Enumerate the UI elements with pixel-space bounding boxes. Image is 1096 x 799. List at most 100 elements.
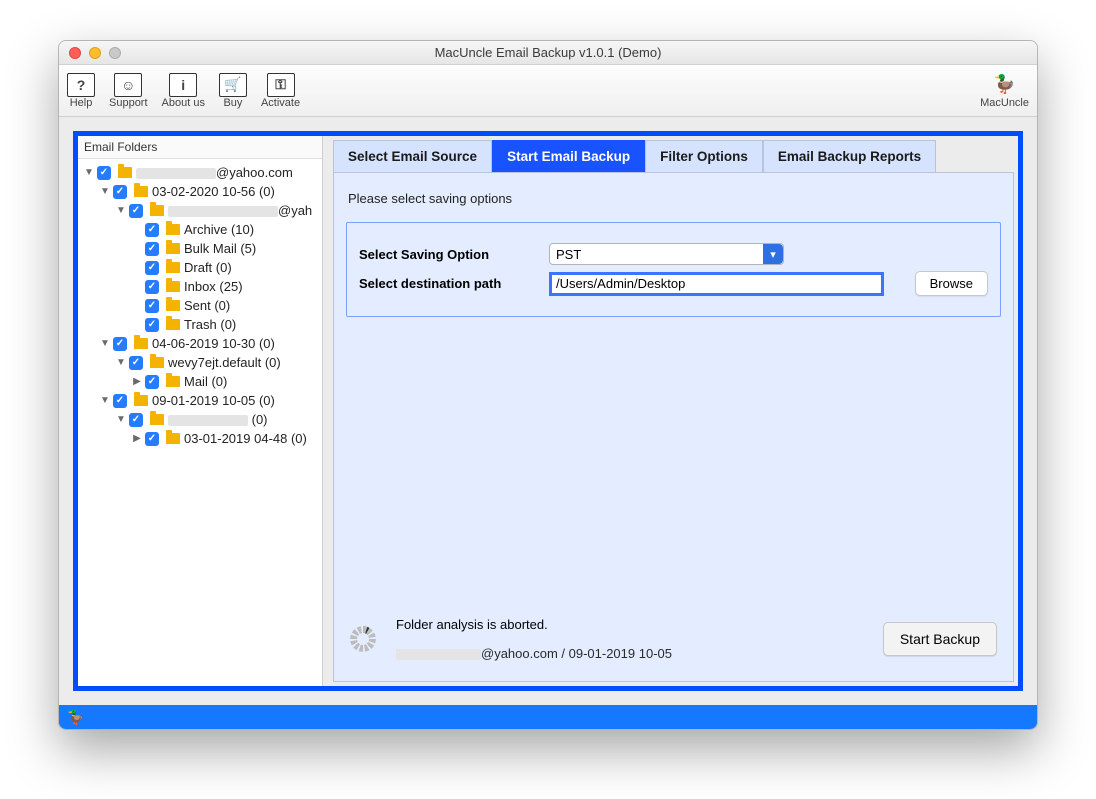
help-icon: ? [67,73,95,97]
folder-icon [166,224,180,235]
checkbox[interactable] [145,375,159,389]
checkbox[interactable] [145,280,159,294]
tab-filter-options[interactable]: Filter Options [645,140,763,172]
start-backup-button[interactable]: Start Backup [883,622,997,656]
redacted-text [136,168,216,179]
checkbox[interactable] [145,242,159,256]
tree-label: Sent (0) [184,298,230,313]
tree-archive[interactable]: Archive (10) [78,220,322,239]
checkbox[interactable] [145,261,159,275]
panel-hint: Please select saving options [348,191,999,206]
cart-icon: 🛒 [219,73,247,97]
folder-icon [134,338,148,349]
folder-icon [166,433,180,444]
support-button[interactable]: ☺ Support [109,73,148,109]
status-line-2: @yahoo.com / 09-01-2019 10-05 [481,646,672,661]
support-icon: ☺ [114,73,142,97]
checkbox[interactable] [113,185,127,199]
folder-icon [150,357,164,368]
chevron-right-icon[interactable]: ▶ [132,433,142,444]
info-icon: i [169,73,197,97]
chevron-down-icon[interactable]: ▼ [116,414,126,425]
tab-select-source[interactable]: Select Email Source [333,140,492,172]
saving-option-label: Select Saving Option [359,247,549,262]
folder-icon [134,395,148,406]
brand-icon: 🦆 [991,73,1019,97]
tree-sent[interactable]: Sent (0) [78,296,322,315]
tree-label: 09-01-2019 10-05 (0) [152,393,275,408]
tree-account-1[interactable]: ▼ @yah [78,201,322,220]
about-label: About us [162,97,205,109]
chevron-down-icon[interactable]: ▼ [116,205,126,216]
folder-icon [166,300,180,311]
tree-bulk[interactable]: Bulk Mail (5) [78,239,322,258]
backup-panel: Please select saving options Select Savi… [333,172,1014,682]
key-icon: ⚿ [267,73,295,97]
tab-reports[interactable]: Email Backup Reports [763,140,936,172]
checkbox[interactable] [113,337,127,351]
app-window: MacUncle Email Backup v1.0.1 (Demo) ? He… [58,40,1038,730]
help-label: Help [70,97,93,109]
chevron-down-icon[interactable]: ▼ [84,167,94,178]
status-area: Folder analysis is aborted. @yahoo.com /… [346,609,1001,669]
support-label: Support [109,97,148,109]
checkbox[interactable] [145,318,159,332]
footer-brand-icon: 🦆 [67,709,84,726]
main-panel: Select Email Source Start Email Backup F… [333,136,1018,686]
tree-label: @yah [278,203,312,218]
redacted-text [396,649,481,660]
chevron-right-icon[interactable]: ▶ [132,376,142,387]
tree-date-2[interactable]: ▼ 04-06-2019 10-30 (0) [78,334,322,353]
redacted-text [168,206,278,217]
tree-profile[interactable]: ▼ wevy7ejt.default (0) [78,353,322,372]
checkbox[interactable] [97,166,111,180]
chevron-down-icon[interactable]: ▼ [100,395,110,406]
checkbox[interactable] [129,413,143,427]
tree-date-1[interactable]: ▼ 03-02-2020 10-56 (0) [78,182,322,201]
checkbox[interactable] [145,223,159,237]
toolbar: ? Help ☺ Support i About us 🛒 Buy ⚿ Acti… [59,65,1037,117]
tree-label: wevy7ejt.default (0) [168,355,281,370]
tree-d3-acc[interactable]: ▼ (0) [78,410,322,429]
tree-inbox[interactable]: Inbox (25) [78,277,322,296]
chevron-down-icon[interactable]: ▼ [100,186,110,197]
help-button[interactable]: ? Help [67,73,95,109]
tree-label: 03-02-2020 10-56 (0) [152,184,275,199]
tree-trash[interactable]: Trash (0) [78,315,322,334]
tree-mail[interactable]: ▶ Mail (0) [78,372,322,391]
tree-label: Archive (10) [184,222,254,237]
tree-date-3[interactable]: ▼ 09-01-2019 10-05 (0) [78,391,322,410]
checkbox[interactable] [129,356,143,370]
checkbox[interactable] [113,394,127,408]
tree-label: Draft (0) [184,260,232,275]
folder-icon [118,167,132,178]
tab-start-backup[interactable]: Start Email Backup [492,140,645,172]
activate-button[interactable]: ⚿ Activate [261,73,300,109]
footer-bar: 🦆 [59,705,1037,729]
buy-button[interactable]: 🛒 Buy [219,73,247,109]
tree-d3-sub[interactable]: ▶ 03-01-2019 04-48 (0) [78,429,322,448]
destination-label: Select destination path [359,276,549,291]
tree-label: Trash (0) [184,317,236,332]
status-line-1: Folder analysis is aborted. [396,617,863,632]
brand-label: MacUncle [980,97,1029,109]
saving-option-select[interactable]: PST [549,243,784,265]
checkbox[interactable] [129,204,143,218]
tree-label: Mail (0) [184,374,227,389]
folder-tree[interactable]: ▼ @yahoo.com ▼ 03-02-2020 10-56 (0) ▼ [78,159,322,686]
folder-icon [166,262,180,273]
chevron-down-icon[interactable]: ▼ [116,357,126,368]
chevron-down-icon[interactable]: ▼ [100,338,110,349]
brand: 🦆 MacUncle [980,73,1029,109]
folder-icon [166,243,180,254]
tree-draft[interactable]: Draft (0) [78,258,322,277]
browse-button[interactable]: Browse [915,271,988,296]
tree-root[interactable]: ▼ @yahoo.com [78,163,322,182]
destination-path-input[interactable] [549,272,884,296]
folder-icon [166,319,180,330]
tab-bar: Select Email Source Start Email Backup F… [333,140,1014,172]
checkbox[interactable] [145,432,159,446]
checkbox[interactable] [145,299,159,313]
about-button[interactable]: i About us [162,73,205,109]
folder-icon [134,186,148,197]
